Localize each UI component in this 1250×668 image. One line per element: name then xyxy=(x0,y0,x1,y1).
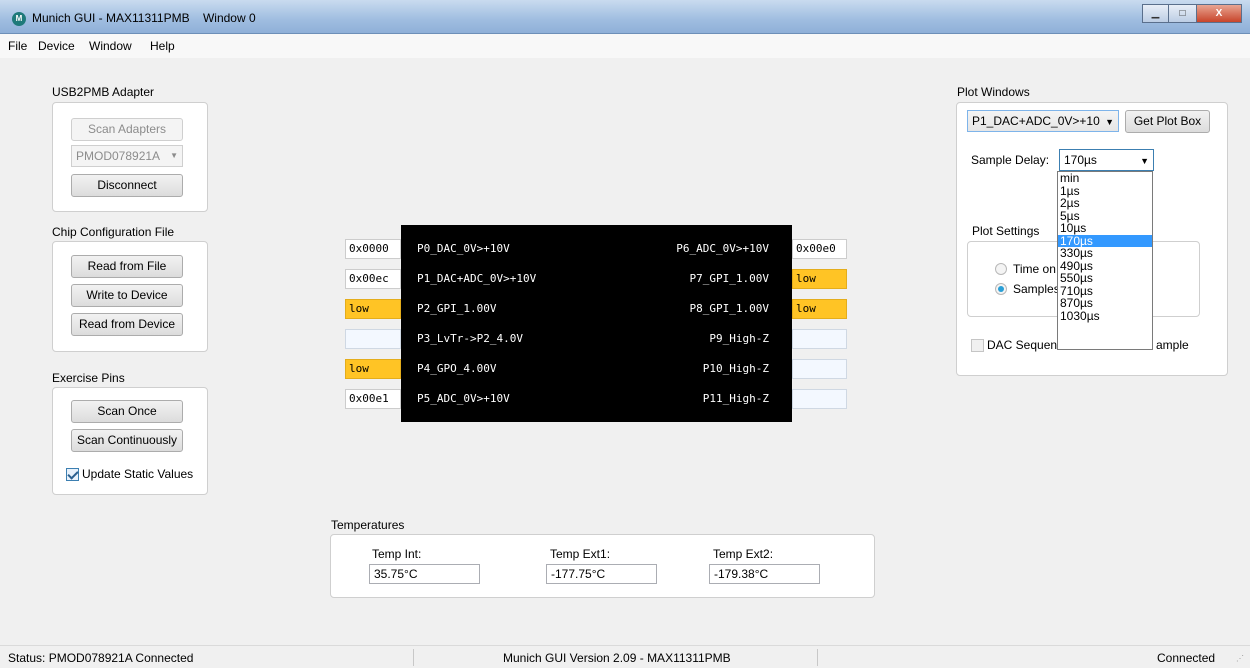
pin-left-value-field[interactable]: low xyxy=(345,359,401,379)
temp-ext1-label: Temp Ext1: xyxy=(550,547,611,561)
scan-adapters-button[interactable]: Scan Adapters xyxy=(71,118,183,141)
pin-left-value-field[interactable]: 0x00e1 xyxy=(345,389,401,409)
read-from-device-button[interactable]: Read from Device xyxy=(71,313,183,336)
pin-label-right: P6_ADC_0V>+10V xyxy=(676,242,769,255)
pin-label-left: P0_DAC_0V>+10V xyxy=(417,242,510,255)
close-button[interactable]: X xyxy=(1196,4,1242,23)
maximize-button[interactable]: □ xyxy=(1169,4,1196,23)
adapter-select[interactable]: PMOD078921A ▼ xyxy=(71,145,183,167)
pin-right-value-field[interactable] xyxy=(792,389,847,409)
status-connected-text: Connected xyxy=(1157,651,1216,665)
delay-option[interactable]: 2µs xyxy=(1058,197,1152,210)
chip-config-title: Chip Configuration File xyxy=(52,225,175,239)
menu-window[interactable]: Window xyxy=(89,39,132,53)
delay-option[interactable]: 1030µs xyxy=(1058,309,1152,323)
delay-option[interactable]: 870µs xyxy=(1058,297,1152,310)
plot-windows-title: Plot Windows xyxy=(957,85,1030,99)
temp-int-label: Temp Int: xyxy=(372,547,422,561)
disconnect-button[interactable]: Disconnect xyxy=(71,174,183,197)
dac-sequence-label: DAC Sequen xyxy=(987,338,1058,352)
temperatures-title: Temperatures xyxy=(331,518,405,532)
exercise-pins-title: Exercise Pins xyxy=(52,371,125,385)
chevron-down-icon: ▼ xyxy=(1105,117,1114,127)
chevron-down-icon: ▼ xyxy=(170,151,178,160)
dac-sequence-checkbox[interactable] xyxy=(971,339,984,352)
pin-label-right: P11_High-Z xyxy=(702,392,769,405)
pin-label-left: P3_LvTr->P2_4.0V xyxy=(417,332,523,345)
pin-right-value-field[interactable]: 0x00e0 xyxy=(792,239,847,259)
title-bar: M Munich GUI - MAX11311PMB Window 0 ▁ □ … xyxy=(0,0,1250,34)
read-from-file-button[interactable]: Read from File xyxy=(71,255,183,278)
samples-label: Samples xyxy=(1013,282,1060,296)
delay-option[interactable]: min xyxy=(1058,172,1152,185)
window-title: Munich GUI - MAX11311PMB Window 0 xyxy=(32,11,256,25)
pin-label-right: P9_High-Z xyxy=(709,332,769,345)
delay-option[interactable]: 330µs xyxy=(1058,247,1152,260)
chevron-down-icon: ▼ xyxy=(1140,156,1149,166)
temp-ext1-field[interactable]: -177.75°C xyxy=(546,564,657,584)
menu-file[interactable]: File xyxy=(8,39,27,53)
pin-label-right: P7_GPI_1.00V xyxy=(689,272,769,285)
write-to-device-button[interactable]: Write to Device xyxy=(71,284,183,307)
update-static-values-label: Update Static Values xyxy=(82,467,194,481)
temp-ext2-field[interactable]: -179.38°C xyxy=(709,564,820,584)
pin-label-left: P4_GPO_4.00V xyxy=(417,362,497,375)
status-version-text: Munich GUI Version 2.09 - MAX11311PMB xyxy=(503,651,731,665)
sample-delay-dropdown-list: min 1µs 2µs 5µs 10µs 170µs 330µs 490µs 550µs 710µ… xyxy=(1057,171,1153,350)
pin-left-value-field[interactable]: low xyxy=(345,299,401,319)
temp-int-field[interactable]: 35.75°C xyxy=(369,564,480,584)
pin-right-value-field[interactable] xyxy=(792,359,847,379)
pin-left-value-field[interactable]: 0x00ec xyxy=(345,269,401,289)
minimize-button[interactable]: ▁ xyxy=(1142,4,1169,23)
resize-grip-icon[interactable]: ⋰ xyxy=(1236,654,1244,663)
status-connection-text: Status: PMOD078921A Connected xyxy=(8,651,194,665)
pin-right-value-field[interactable]: low xyxy=(792,299,847,319)
plot-select[interactable]: P1_DAC+ADC_0V>+10 ▼ xyxy=(967,110,1119,132)
sample-delay-label: Sample Delay: xyxy=(971,153,1050,167)
scan-continuously-button[interactable]: Scan Continuously xyxy=(71,429,183,452)
menu-bar: File Device Window Help xyxy=(0,34,1250,58)
pin-left-value-field[interactable] xyxy=(345,329,401,349)
pin-left-value-field[interactable]: 0x0000 xyxy=(345,239,401,259)
menu-device[interactable]: Device xyxy=(38,39,75,53)
usb-adapter-title: USB2PMB Adapter xyxy=(52,85,155,99)
time-on-radio[interactable] xyxy=(995,263,1007,275)
delay-option[interactable]: 550µs xyxy=(1058,272,1152,285)
dac-sequence-label-tail: ample xyxy=(1156,338,1189,352)
sample-delay-select[interactable]: 170µs ▼ xyxy=(1059,149,1154,171)
menu-help[interactable]: Help xyxy=(150,39,175,53)
pin-right-value-field[interactable] xyxy=(792,329,847,349)
samples-radio[interactable] xyxy=(995,283,1007,295)
plot-settings-title: Plot Settings xyxy=(972,224,1040,238)
time-on-label: Time on xyxy=(1013,262,1056,276)
get-plot-box-button[interactable]: Get Plot Box xyxy=(1125,110,1210,133)
pin-label-left: P5_ADC_0V>+10V xyxy=(417,392,510,405)
pin-label-right: P10_High-Z xyxy=(702,362,769,375)
pin-label-right: P8_GPI_1.00V xyxy=(689,302,769,315)
status-bar: Status: PMOD078921A Connected Munich GUI… xyxy=(0,645,1250,668)
app-logo-icon: M xyxy=(12,12,26,26)
update-static-values-checkbox[interactable] xyxy=(66,468,79,481)
pin-label-left: P2_GPI_1.00V xyxy=(417,302,497,315)
pin-label-left: P1_DAC+ADC_0V>+10V xyxy=(417,272,537,285)
scan-once-button[interactable]: Scan Once xyxy=(71,400,183,423)
pin-right-value-field[interactable]: low xyxy=(792,269,847,289)
temp-ext2-label: Temp Ext2: xyxy=(713,547,774,561)
delay-option[interactable]: 10µs xyxy=(1058,222,1152,235)
